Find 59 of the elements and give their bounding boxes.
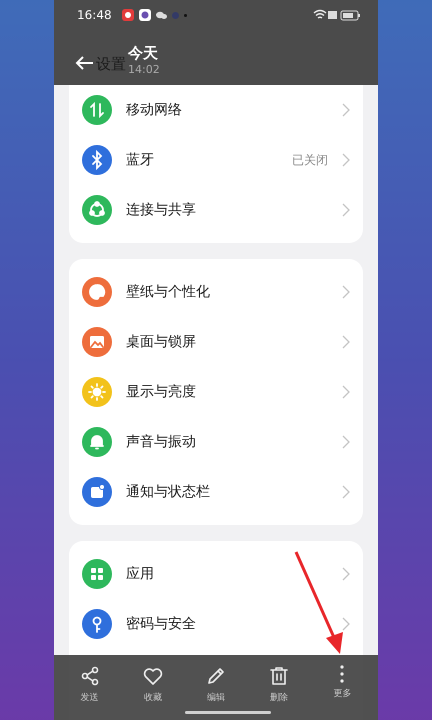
apps-icon (82, 559, 112, 589)
settings-item[interactable]: 声音与振动 (69, 417, 363, 467)
app-notification-icon (172, 12, 179, 18)
chevron-icon (342, 153, 350, 167)
share-icon (78, 665, 101, 687)
bell-icon (82, 427, 112, 457)
more-notifications-icon (184, 14, 187, 16)
settings-item[interactable]: 蓝牙 已关闭 (69, 135, 363, 185)
settings-item[interactable]: 桌面与锁屏 (69, 317, 363, 367)
connection-icon (82, 195, 112, 225)
item-label: 移动网络 (126, 101, 183, 119)
item-value: 已关闭 (292, 152, 328, 168)
app-notification-icon (122, 9, 134, 21)
settings-item[interactable]: 密码与安全 (69, 599, 363, 649)
toolbar-button[interactable]: 更多 (317, 663, 368, 705)
more-icon (340, 665, 344, 683)
item-label: 密码与安全 (126, 615, 197, 633)
settings-item[interactable]: 应用 (69, 549, 363, 599)
chevron-icon (342, 617, 350, 631)
toolbar-button[interactable]: 发送 (64, 663, 115, 705)
item-label: 声音与振动 (126, 433, 197, 451)
photo-time: 14:02 (128, 63, 160, 76)
key-icon (82, 609, 112, 639)
chat-icon (156, 10, 167, 20)
image-icon (82, 327, 112, 357)
item-label: 应用 (126, 565, 155, 583)
item-label: 壁纸与个性化 (126, 283, 211, 301)
toolbar-button[interactable]: 删除 (254, 663, 304, 705)
settings-item[interactable]: 移动网络 (69, 85, 363, 135)
notification-icon (82, 477, 112, 507)
chevron-icon (342, 485, 350, 499)
status-icons (313, 9, 361, 21)
toolbar-button[interactable]: 编辑 (190, 663, 241, 705)
status-time: 16:48 (77, 8, 112, 22)
sun-icon (82, 377, 112, 407)
chevron-icon (342, 567, 350, 581)
item-label: 通知与状态栏 (126, 483, 211, 501)
back-icon[interactable] (74, 55, 94, 71)
toolbar-button[interactable]: 收藏 (128, 663, 178, 705)
palette-icon (82, 277, 112, 307)
photo-date: 今天 (128, 44, 159, 63)
chevron-icon (342, 335, 350, 349)
chevron-icon (342, 285, 350, 299)
app-notification-icon (138, 9, 151, 21)
settings-item[interactable]: 连接与共享 (69, 185, 363, 235)
settings-item[interactable]: 壁纸与个性化 (69, 267, 363, 317)
trash-icon (268, 665, 290, 687)
item-label: 连接与共享 (126, 201, 197, 219)
chevron-icon (342, 103, 350, 117)
chevron-icon (342, 435, 350, 449)
settings-item[interactable]: 通知与状态栏 (69, 467, 363, 517)
item-label: 蓝牙 (126, 151, 155, 169)
item-label: 桌面与锁屏 (126, 333, 197, 351)
mobile-data-icon (82, 95, 112, 125)
chevron-icon (342, 385, 350, 399)
bluetooth-icon (82, 145, 112, 175)
item-label: 显示与亮度 (126, 383, 197, 401)
settings-item[interactable]: 显示与亮度 (69, 367, 363, 417)
chevron-icon (342, 203, 350, 217)
